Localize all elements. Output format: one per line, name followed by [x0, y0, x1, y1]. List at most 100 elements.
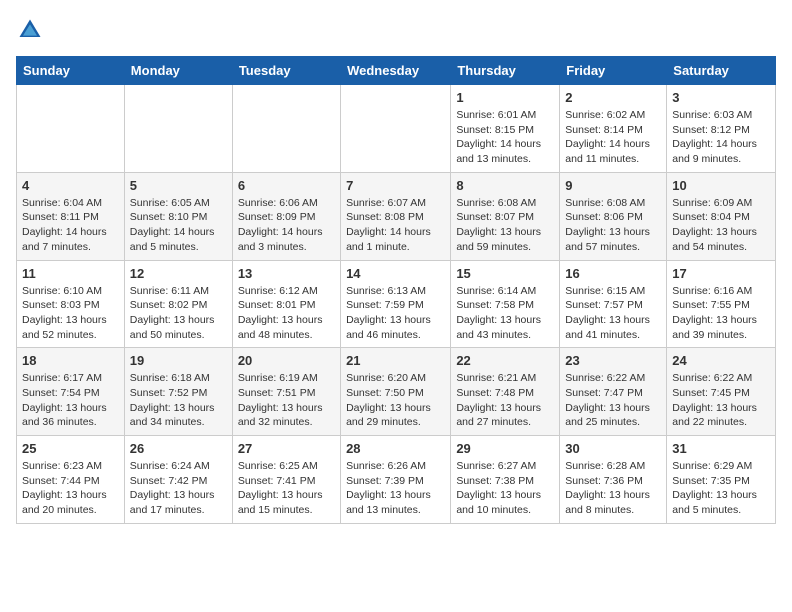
- day-info: Sunrise: 6:26 AM Sunset: 7:39 PM Dayligh…: [346, 459, 445, 518]
- day-number: 3: [672, 90, 770, 105]
- day-info: Sunrise: 6:08 AM Sunset: 8:07 PM Dayligh…: [456, 196, 554, 255]
- calendar-cell: 26 Sunrise: 6:24 AM Sunset: 7:42 PM Dayli…: [124, 436, 232, 524]
- calendar-cell: 27 Sunrise: 6:25 AM Sunset: 7:41 PM Dayli…: [232, 436, 340, 524]
- calendar-cell: 19 Sunrise: 6:18 AM Sunset: 7:52 PM Dayli…: [124, 348, 232, 436]
- day-info: Sunrise: 6:04 AM Sunset: 8:11 PM Dayligh…: [22, 196, 119, 255]
- calendar-cell: 13 Sunrise: 6:12 AM Sunset: 8:01 PM Dayli…: [232, 260, 340, 348]
- day-info: Sunrise: 6:09 AM Sunset: 8:04 PM Dayligh…: [672, 196, 770, 255]
- day-number: 30: [565, 441, 661, 456]
- day-info: Sunrise: 6:12 AM Sunset: 8:01 PM Dayligh…: [238, 284, 335, 343]
- day-info: Sunrise: 6:18 AM Sunset: 7:52 PM Dayligh…: [130, 371, 227, 430]
- calendar-cell: [124, 85, 232, 173]
- calendar-week-row: 4 Sunrise: 6:04 AM Sunset: 8:11 PM Daylig…: [17, 172, 776, 260]
- day-info: Sunrise: 6:22 AM Sunset: 7:45 PM Dayligh…: [672, 371, 770, 430]
- day-info: Sunrise: 6:20 AM Sunset: 7:50 PM Dayligh…: [346, 371, 445, 430]
- day-number: 19: [130, 353, 227, 368]
- day-info: Sunrise: 6:05 AM Sunset: 8:10 PM Dayligh…: [130, 196, 227, 255]
- day-info: Sunrise: 6:23 AM Sunset: 7:44 PM Dayligh…: [22, 459, 119, 518]
- logo: [16, 16, 48, 44]
- day-info: Sunrise: 6:25 AM Sunset: 7:41 PM Dayligh…: [238, 459, 335, 518]
- page-header: [16, 16, 776, 44]
- calendar-week-row: 11 Sunrise: 6:10 AM Sunset: 8:03 PM Dayli…: [17, 260, 776, 348]
- day-number: 18: [22, 353, 119, 368]
- calendar-cell: 8 Sunrise: 6:08 AM Sunset: 8:07 PM Daylig…: [451, 172, 560, 260]
- calendar-cell: 30 Sunrise: 6:28 AM Sunset: 7:36 PM Dayli…: [560, 436, 667, 524]
- calendar-header-wednesday: Wednesday: [341, 57, 451, 85]
- day-info: Sunrise: 6:03 AM Sunset: 8:12 PM Dayligh…: [672, 108, 770, 167]
- day-info: Sunrise: 6:21 AM Sunset: 7:48 PM Dayligh…: [456, 371, 554, 430]
- day-number: 17: [672, 266, 770, 281]
- calendar-header-sunday: Sunday: [17, 57, 125, 85]
- day-info: Sunrise: 6:29 AM Sunset: 7:35 PM Dayligh…: [672, 459, 770, 518]
- calendar-cell: 14Sunrise: 6:13 AM Sunset: 7:59 PM Dayli…: [341, 260, 451, 348]
- calendar-cell: 17 Sunrise: 6:16 AM Sunset: 7:55 PM Dayli…: [667, 260, 776, 348]
- calendar-cell: 18Sunrise: 6:17 AM Sunset: 7:54 PM Dayli…: [17, 348, 125, 436]
- day-number: 15: [456, 266, 554, 281]
- day-info: Sunrise: 6:28 AM Sunset: 7:36 PM Dayligh…: [565, 459, 661, 518]
- day-info: Sunrise: 6:27 AM Sunset: 7:38 PM Dayligh…: [456, 459, 554, 518]
- day-number: 23: [565, 353, 661, 368]
- calendar-header-thursday: Thursday: [451, 57, 560, 85]
- calendar-cell: 31 Sunrise: 6:29 AM Sunset: 7:35 PM Dayli…: [667, 436, 776, 524]
- calendar-cell: 1Sunrise: 6:01 AM Sunset: 8:15 PM Daylig…: [451, 85, 560, 173]
- calendar-cell: 4 Sunrise: 6:04 AM Sunset: 8:11 PM Daylig…: [17, 172, 125, 260]
- calendar-week-row: 25Sunrise: 6:23 AM Sunset: 7:44 PM Dayli…: [17, 436, 776, 524]
- day-number: 27: [238, 441, 335, 456]
- calendar-header-row: SundayMondayTuesdayWednesdayThursdayFrid…: [17, 57, 776, 85]
- day-number: 26: [130, 441, 227, 456]
- calendar-table: SundayMondayTuesdayWednesdayThursdayFrid…: [16, 56, 776, 524]
- calendar-cell: 15 Sunrise: 6:14 AM Sunset: 7:58 PM Dayli…: [451, 260, 560, 348]
- calendar-cell: 3 Sunrise: 6:03 AM Sunset: 8:12 PM Daylig…: [667, 85, 776, 173]
- day-number: 22: [456, 353, 554, 368]
- calendar-cell: 10 Sunrise: 6:09 AM Sunset: 8:04 PM Dayli…: [667, 172, 776, 260]
- calendar-cell: 7 Sunrise: 6:07 AM Sunset: 8:08 PM Daylig…: [341, 172, 451, 260]
- calendar-cell: 22 Sunrise: 6:21 AM Sunset: 7:48 PM Dayli…: [451, 348, 560, 436]
- calendar-cell: 9 Sunrise: 6:08 AM Sunset: 8:06 PM Daylig…: [560, 172, 667, 260]
- day-number: 31: [672, 441, 770, 456]
- day-info: Sunrise: 6:08 AM Sunset: 8:06 PM Dayligh…: [565, 196, 661, 255]
- day-number: 20: [238, 353, 335, 368]
- calendar-cell: 2Sunrise: 6:02 AM Sunset: 8:14 PM Daylig…: [560, 85, 667, 173]
- day-number: 13: [238, 266, 335, 281]
- calendar-week-row: 1Sunrise: 6:01 AM Sunset: 8:15 PM Daylig…: [17, 85, 776, 173]
- day-info: Sunrise: 6:14 AM Sunset: 7:58 PM Dayligh…: [456, 284, 554, 343]
- day-number: 11: [22, 266, 119, 281]
- day-number: 9: [565, 178, 661, 193]
- day-info: Sunrise: 6:22 AM Sunset: 7:47 PM Dayligh…: [565, 371, 661, 430]
- day-number: 21: [346, 353, 445, 368]
- day-number: 10: [672, 178, 770, 193]
- day-info: Sunrise: 6:19 AM Sunset: 7:51 PM Dayligh…: [238, 371, 335, 430]
- calendar-cell: [341, 85, 451, 173]
- day-info: Sunrise: 6:24 AM Sunset: 7:42 PM Dayligh…: [130, 459, 227, 518]
- day-number: 24: [672, 353, 770, 368]
- day-number: 29: [456, 441, 554, 456]
- day-number: 14: [346, 266, 445, 281]
- calendar-cell: 11 Sunrise: 6:10 AM Sunset: 8:03 PM Dayli…: [17, 260, 125, 348]
- day-info: Sunrise: 6:01 AM Sunset: 8:15 PM Dayligh…: [456, 108, 554, 167]
- calendar-cell: 12Sunrise: 6:11 AM Sunset: 8:02 PM Dayli…: [124, 260, 232, 348]
- day-info: Sunrise: 6:11 AM Sunset: 8:02 PM Dayligh…: [130, 284, 227, 343]
- calendar-cell: 20 Sunrise: 6:19 AM Sunset: 7:51 PM Dayli…: [232, 348, 340, 436]
- day-number: 6: [238, 178, 335, 193]
- day-info: Sunrise: 6:10 AM Sunset: 8:03 PM Dayligh…: [22, 284, 119, 343]
- day-number: 28: [346, 441, 445, 456]
- day-info: Sunrise: 6:16 AM Sunset: 7:55 PM Dayligh…: [672, 284, 770, 343]
- logo-icon: [16, 16, 44, 44]
- day-info: Sunrise: 6:02 AM Sunset: 8:14 PM Dayligh…: [565, 108, 661, 167]
- calendar-cell: 16Sunrise: 6:15 AM Sunset: 7:57 PM Dayli…: [560, 260, 667, 348]
- day-number: 7: [346, 178, 445, 193]
- day-info: Sunrise: 6:07 AM Sunset: 8:08 PM Dayligh…: [346, 196, 445, 255]
- day-number: 4: [22, 178, 119, 193]
- calendar-header-monday: Monday: [124, 57, 232, 85]
- day-number: 8: [456, 178, 554, 193]
- calendar-header-friday: Friday: [560, 57, 667, 85]
- day-info: Sunrise: 6:06 AM Sunset: 8:09 PM Dayligh…: [238, 196, 335, 255]
- calendar-cell: [232, 85, 340, 173]
- day-number: 5: [130, 178, 227, 193]
- day-number: 16: [565, 266, 661, 281]
- calendar-cell: [17, 85, 125, 173]
- calendar-cell: 5 Sunrise: 6:05 AM Sunset: 8:10 PM Daylig…: [124, 172, 232, 260]
- calendar-week-row: 18Sunrise: 6:17 AM Sunset: 7:54 PM Dayli…: [17, 348, 776, 436]
- calendar-cell: 25Sunrise: 6:23 AM Sunset: 7:44 PM Dayli…: [17, 436, 125, 524]
- calendar-cell: 28 Sunrise: 6:26 AM Sunset: 7:39 PM Dayli…: [341, 436, 451, 524]
